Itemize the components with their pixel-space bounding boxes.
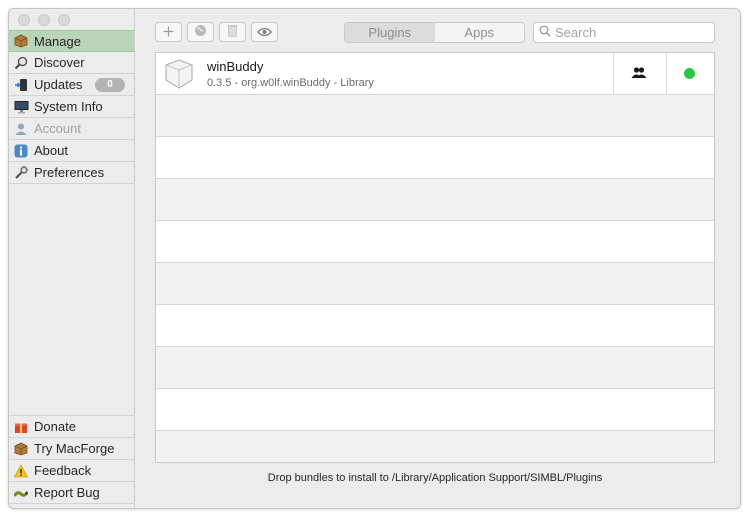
package-icon — [13, 441, 29, 457]
package-icon — [13, 33, 29, 49]
table-row — [156, 389, 714, 431]
users-icon[interactable] — [631, 66, 647, 80]
zoom-window-button[interactable] — [58, 14, 70, 26]
minimize-window-button[interactable] — [38, 14, 50, 26]
table-row[interactable]: winBuddy 0.3.5 - org.w0lf.winBuddy - Lib… — [156, 53, 714, 95]
sidebar-item-label: Feedback — [34, 463, 92, 478]
table-row — [156, 305, 714, 347]
plugin-name: winBuddy — [207, 59, 264, 74]
sidebar-item-label: Account — [34, 121, 81, 136]
monitor-icon — [13, 99, 29, 115]
eye-icon — [256, 25, 273, 40]
plugin-status-indicator[interactable] — [684, 68, 695, 79]
sidebar-item-label: Report Bug — [34, 485, 100, 500]
plugin-bundle-icon — [163, 59, 195, 89]
tab-plugins[interactable]: Plugins — [345, 23, 435, 42]
close-window-button[interactable] — [18, 14, 30, 26]
app-window: Manage Discover Updates 0 System Info Ac… — [8, 8, 741, 509]
window-controls — [18, 14, 70, 26]
table-row — [156, 95, 714, 137]
trash-icon — [227, 24, 238, 40]
user-icon — [13, 121, 29, 137]
sidebar-nav: Manage Discover Updates 0 System Info Ac… — [9, 30, 134, 184]
globe-icon — [194, 24, 207, 40]
column-divider — [613, 53, 614, 94]
sidebar-item-label: Discover — [34, 55, 85, 70]
table-row — [156, 347, 714, 389]
plugins-table: winBuddy 0.3.5 - org.w0lf.winBuddy - Lib… — [155, 52, 715, 463]
sidebar-item-report-bug[interactable]: Report Bug — [9, 482, 134, 504]
sidebar-item-discover[interactable]: Discover — [9, 52, 134, 74]
sidebar-item-label: Manage — [34, 33, 81, 49]
updates-count-badge: 0 — [95, 78, 125, 92]
table-row — [156, 263, 714, 305]
sidebar-item-updates[interactable]: Updates 0 — [9, 74, 134, 96]
sidebar-item-about[interactable]: About — [9, 140, 134, 162]
column-divider — [666, 53, 667, 94]
search-icon — [539, 25, 551, 40]
sidebar-item-label: Preferences — [34, 165, 105, 180]
plugins-apps-segmented-control: Plugins Apps — [344, 22, 525, 43]
table-row — [156, 179, 714, 221]
sidebar-item-preferences[interactable]: Preferences — [9, 162, 134, 184]
reveal-button[interactable] — [251, 22, 278, 42]
sidebar-bottom-nav: Donate Try MacForge Feedback Report Bug — [9, 415, 134, 504]
gift-icon — [13, 419, 29, 435]
add-icon — [163, 25, 174, 40]
sidebar-item-feedback[interactable]: Feedback — [9, 460, 134, 482]
download-icon — [13, 77, 29, 93]
wrench-icon — [13, 165, 29, 181]
sidebar-item-system-info[interactable]: System Info — [9, 96, 134, 118]
info-icon — [13, 143, 29, 159]
sidebar-item-label: Updates — [34, 77, 83, 92]
table-row — [156, 221, 714, 263]
add-plugin-button[interactable] — [155, 22, 182, 42]
sidebar-item-donate[interactable]: Donate — [9, 416, 134, 438]
sidebar-item-label: Donate — [34, 419, 76, 434]
table-row — [156, 137, 714, 179]
search-input[interactable] — [555, 25, 705, 40]
main-panel: Plugins Apps winBuddy 0.3.5 - org.w0lf.w… — [135, 9, 740, 508]
sidebar-item-manage[interactable]: Manage — [9, 30, 134, 52]
web-button[interactable] — [187, 22, 214, 42]
sidebar-item-label: Try MacForge — [34, 441, 115, 456]
sidebar-item-label: System Info — [34, 99, 103, 114]
search-field[interactable] — [533, 22, 715, 43]
sidebar-item-try-macforge[interactable]: Try MacForge — [9, 438, 134, 460]
warning-icon — [13, 463, 29, 479]
sidebar-item-account[interactable]: Account — [9, 118, 134, 140]
drop-hint-text: Drop bundles to install to /Library/Appl… — [267, 472, 603, 484]
tab-apps[interactable]: Apps — [435, 23, 525, 42]
sidebar: Manage Discover Updates 0 System Info Ac… — [9, 9, 135, 508]
table-row — [156, 431, 714, 462]
delete-plugin-button[interactable] — [219, 22, 246, 42]
plugin-details: 0.3.5 - org.w0lf.winBuddy - Library — [207, 77, 374, 89]
bug-icon — [13, 485, 29, 501]
magnifier-icon — [13, 55, 29, 71]
sidebar-item-label: About — [34, 143, 68, 158]
